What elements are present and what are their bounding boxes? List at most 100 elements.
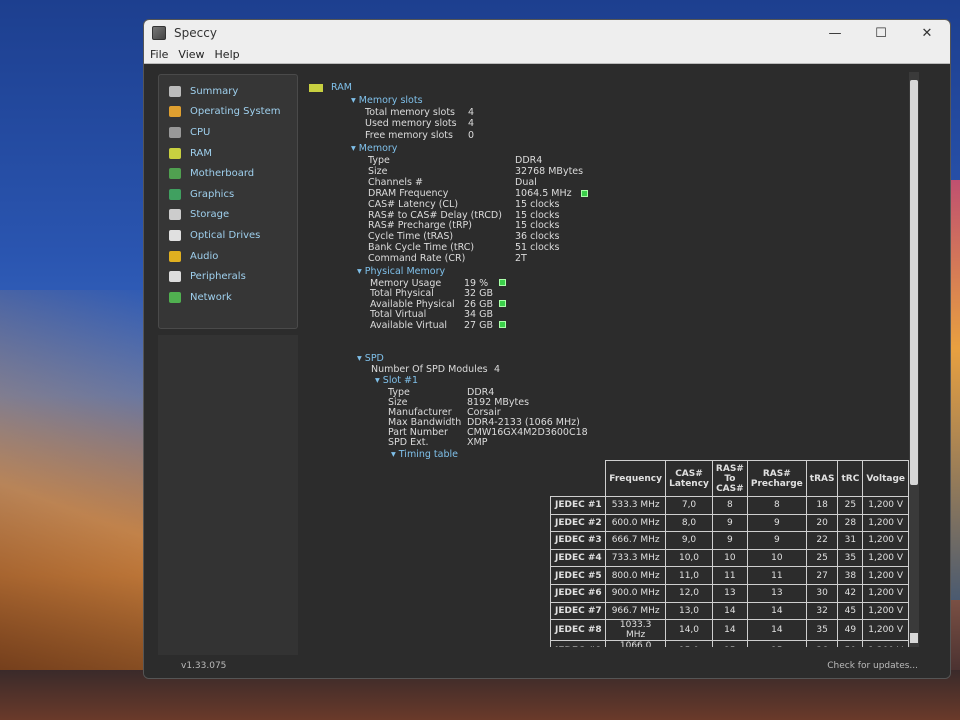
timing-table-header: Voltage [862, 460, 909, 497]
timing-cell: 28 [837, 513, 864, 533]
timing-table-header: RAS# To CAS# [711, 460, 748, 497]
speccy-window: Speccy — ☐ ✕ File View Help Summary Opera… [143, 19, 951, 679]
collapse-arrow-icon[interactable]: ▾ [375, 375, 383, 386]
title-bar[interactable]: Speccy — ☐ ✕ [144, 20, 950, 46]
timing-cell: 30 [805, 583, 839, 603]
timing-row-name: JEDEC #3 [549, 531, 607, 550]
menu-file[interactable]: File [150, 48, 168, 61]
collapse-arrow-icon[interactable]: ▾ [391, 449, 399, 460]
timing-cell: 20 [805, 513, 839, 533]
table-row: JEDEC #91066.0 MHz15,0151536501,200 V [549, 640, 909, 647]
sidebar-item-optical-drives[interactable]: Optical Drives [159, 225, 297, 246]
table-row: JEDEC #2 600.0 MHz 8,0 9 9 20 28 1,200 V [549, 513, 909, 533]
scrollbar-thumb[interactable] [910, 80, 918, 485]
timing-cell: 8,0 [665, 513, 713, 533]
timing-cell: 11 [711, 566, 748, 585]
spd-modules-label: Number Of SPD Modules [371, 364, 488, 375]
memory-indicator-icon [499, 320, 506, 328]
timing-cell: 1033.3 MHz [605, 619, 667, 642]
menu-view[interactable]: View [178, 48, 204, 61]
timing-table-header: Frequency [605, 460, 667, 497]
timing-cell: 14 [711, 619, 748, 642]
timing-table-section[interactable]: ▾ Timing table [391, 449, 458, 460]
timing-cell: 800.0 MHz [605, 566, 667, 585]
memory-section[interactable]: ▾ Memory [351, 143, 397, 154]
table-row: JEDEC #6 900.0 MHz 12,0 13 13 30 42 1,200 V [549, 583, 909, 603]
memory-label: RAS# Precharge (tRP) [368, 220, 472, 232]
timing-cell: 1,200 V [862, 619, 909, 642]
sidebar-item-label: Peripherals [190, 271, 246, 283]
physical-memory-value: 27 GB [464, 319, 493, 331]
timing-cell: 1,200 V [862, 640, 909, 647]
memory-value: 32768 MBytes [515, 165, 584, 177]
collapse-arrow-icon[interactable]: ▾ [357, 266, 365, 277]
sidebar-item-label: Audio [190, 250, 219, 262]
scrollbar-down-arrow[interactable] [910, 633, 918, 643]
memory-slots-label: Free memory slots [365, 129, 453, 141]
spd-section[interactable]: ▾ SPD [357, 353, 384, 364]
slot-1-section[interactable]: ▾ Slot #1 [375, 375, 418, 386]
physical-memory-value: 26 GB [464, 298, 493, 310]
sidebar-item-audio[interactable]: Audio [159, 246, 297, 267]
memory-slots-section[interactable]: ▾ Memory slots [351, 95, 423, 106]
motherboard-icon [169, 168, 181, 180]
timing-cell: 14 [746, 619, 807, 642]
timing-cell: 49 [837, 619, 864, 642]
memory-section-label: Memory [358, 143, 398, 154]
timing-cell: 10,0 [665, 548, 713, 568]
vertical-scrollbar[interactable] [909, 72, 919, 647]
ram-details-panel: RAM ▾ Memory slots Total memory slots 4 Used… [309, 72, 909, 647]
sidebar-item-graphics[interactable]: Graphics [159, 184, 297, 205]
collapse-arrow-icon[interactable]: ▾ [357, 353, 365, 364]
version-label: v1.33.075 [181, 661, 227, 671]
spd-value: XMP [467, 436, 488, 448]
timing-cell: 15 [711, 640, 748, 647]
collapse-arrow-icon[interactable]: ▾ [351, 95, 359, 106]
physical-memory-section[interactable]: ▾ Physical Memory [357, 266, 445, 277]
memory-indicator-icon [499, 299, 506, 307]
memory-label: Cycle Time (tRAS) [368, 231, 454, 243]
timing-cell: 966.7 MHz [605, 601, 667, 621]
timing-cell: 10 [711, 548, 748, 568]
physical-memory-label: Total Virtual [370, 309, 427, 321]
timing-row-name: JEDEC #5 [549, 566, 607, 585]
collapse-arrow-icon[interactable]: ▾ [351, 143, 359, 154]
background-bridge [0, 290, 160, 690]
memory-value: 1064.5 MHz [515, 187, 572, 199]
minimize-button[interactable]: — [812, 20, 858, 46]
physical-memory-value: 34 GB [464, 309, 493, 321]
sidebar-item-label: Network [190, 291, 232, 303]
sidebar-item-peripherals[interactable]: Peripherals [159, 266, 297, 287]
timing-table-header: tRC [837, 460, 864, 497]
close-button[interactable]: ✕ [904, 20, 950, 46]
optical-drive-icon [169, 229, 181, 241]
timing-cell: 1,200 V [862, 531, 909, 550]
timing-cell: 14,0 [665, 619, 713, 642]
timing-cell: 7,0 [665, 496, 713, 515]
memory-slots-value: 0 [468, 129, 475, 141]
sidebar-item-label: CPU [190, 126, 211, 138]
memory-value: 36 clocks [515, 231, 560, 243]
sidebar-item-storage[interactable]: Storage [159, 205, 297, 226]
maximize-button[interactable]: ☐ [858, 20, 904, 46]
sidebar-item-summary[interactable]: Summary [159, 81, 297, 102]
memory-slots-label: Used memory slots [365, 118, 457, 130]
memory-label: Command Rate (CR) [368, 253, 466, 265]
memory-label: Channels # [368, 176, 423, 188]
timing-cell: 9 [711, 513, 748, 533]
timing-table: Frequency CAS# Latency RAS# To CAS# RAS# Pr… [549, 460, 909, 647]
sidebar-item-cpu[interactable]: CPU [159, 122, 297, 143]
timing-cell: 38 [837, 566, 864, 585]
check-updates-link[interactable]: Check for updates... [827, 661, 918, 671]
timing-cell: 45 [837, 601, 864, 621]
sidebar-item-motherboard[interactable]: Motherboard [159, 163, 297, 184]
timing-row-name: JEDEC #6 [549, 583, 607, 603]
menu-help[interactable]: Help [215, 48, 240, 61]
sidebar-item-network[interactable]: Network [159, 287, 297, 308]
menu-bar: File View Help [144, 46, 950, 64]
physical-memory-value: 32 GB [464, 288, 493, 300]
summary-icon [169, 85, 181, 97]
sidebar-item-ram[interactable]: RAM [159, 143, 297, 164]
timing-cell: 9,0 [665, 531, 713, 550]
sidebar-item-operating-system[interactable]: Operating System [159, 102, 297, 123]
